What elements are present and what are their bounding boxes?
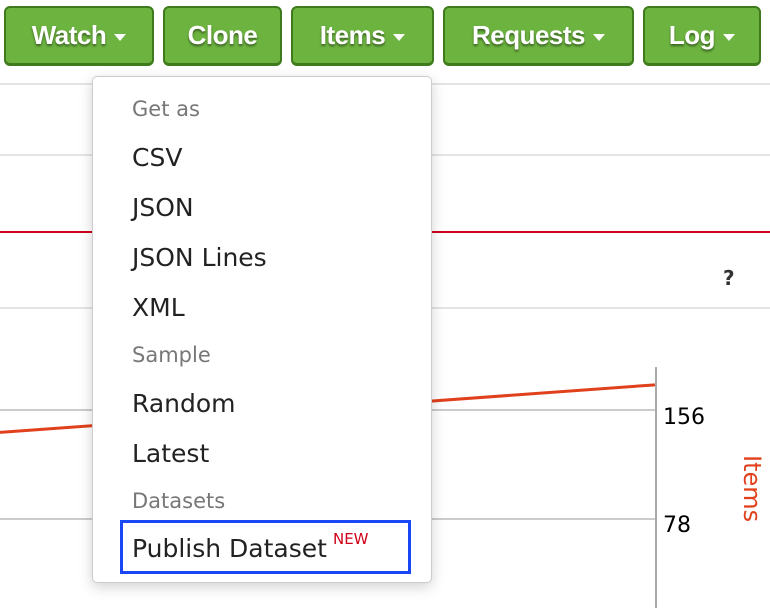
menu-item-json[interactable]: JSON (132, 193, 194, 222)
y-tick-label: 78 (663, 513, 691, 538)
menu-header-sample: Sample (132, 343, 211, 367)
focus-highlight (120, 520, 411, 574)
menu-header-datasets: Datasets (132, 489, 226, 513)
menu-item-csv[interactable]: CSV (132, 143, 182, 172)
items-dropdown-menu: Get as CSV JSON JSON Lines XML Sample Ra… (92, 76, 432, 583)
menu-item-xml[interactable]: XML (132, 293, 185, 322)
menu-item-json-lines[interactable]: JSON Lines (132, 243, 267, 272)
menu-header-get-as: Get as (132, 97, 200, 121)
y-tick-label: 156 (663, 405, 705, 430)
menu-item-latest[interactable]: Latest (132, 439, 209, 468)
y-axis-title: Items (738, 455, 766, 522)
menu-item-random[interactable]: Random (132, 389, 236, 418)
